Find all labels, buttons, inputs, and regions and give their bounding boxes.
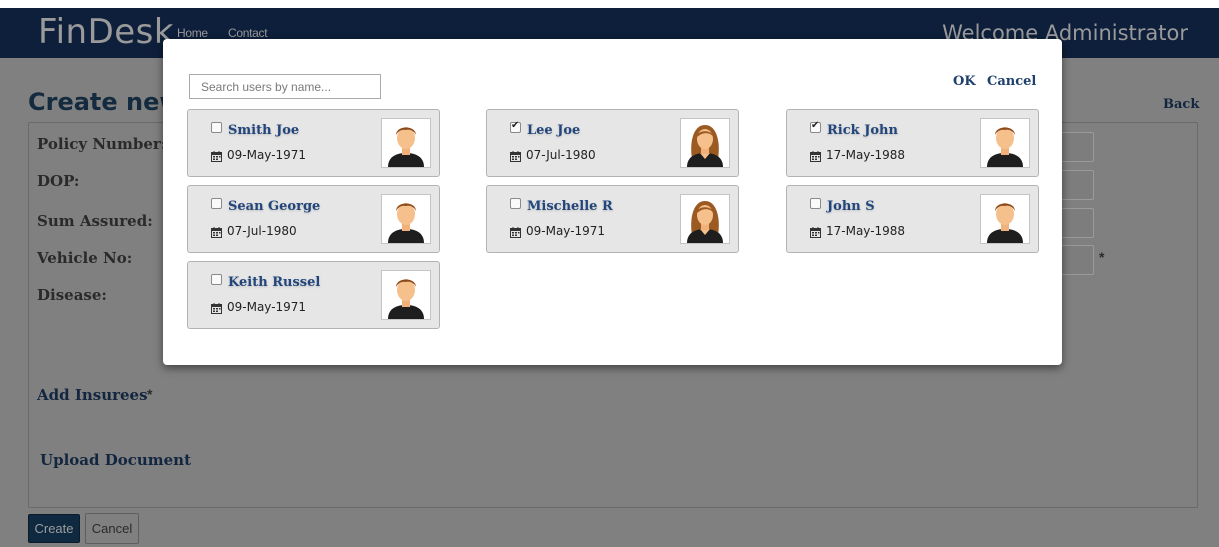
sum-assured-label: Sum Assured:: [37, 212, 153, 230]
male-avatar-icon: [381, 194, 431, 244]
female-avatar-icon: [680, 118, 730, 168]
user-name[interactable]: Rick John: [827, 123, 898, 138]
user-select-modal: OK Cancel Smith Joe 09-May-1971 Lee Joe 07-…: [163, 39, 1062, 365]
user-name[interactable]: Mischelle R: [527, 199, 613, 214]
user-checkbox[interactable]: [211, 274, 222, 285]
calendar-icon: [211, 301, 222, 314]
male-avatar-icon: [980, 194, 1030, 244]
user-dob: 09-May-1971: [227, 300, 307, 314]
calendar-icon: [510, 225, 521, 238]
nav-contact-link[interactable]: Contact: [228, 26, 268, 40]
user-card[interactable]: Rick John 17-May-1988: [786, 109, 1039, 177]
upload-document-link[interactable]: Upload Document: [40, 451, 191, 469]
user-card[interactable]: Keith Russel 09-May-1971: [187, 261, 440, 329]
vehicle-no-label: Vehicle No:: [37, 249, 133, 267]
dop-label: DOP:: [37, 172, 80, 190]
user-dob: 17-May-1988: [826, 224, 906, 238]
user-card[interactable]: Sean George 07-Jul-1980: [187, 185, 440, 253]
dop-input[interactable]: [1060, 170, 1094, 200]
calendar-icon: [510, 149, 521, 162]
calendar-icon: [211, 225, 222, 238]
user-card[interactable]: Smith Joe 09-May-1971: [187, 109, 440, 177]
user-dob: 07-Jul-1980: [526, 148, 596, 162]
male-avatar-icon: [980, 118, 1030, 168]
top-strip: [0, 0, 1219, 8]
user-name[interactable]: John S: [827, 199, 875, 214]
page-title: Create new: [28, 88, 182, 116]
user-dob: 09-May-1971: [227, 148, 307, 162]
sum-assured-input[interactable]: [1060, 208, 1094, 238]
female-avatar-icon: [680, 194, 730, 244]
calendar-icon: [211, 149, 222, 162]
user-name[interactable]: Keith Russel: [228, 275, 320, 290]
vehicle-required-mark: *: [1099, 249, 1105, 265]
add-insurees-link[interactable]: Add Insurees: [37, 386, 148, 404]
user-dob: 07-Jul-1980: [227, 224, 297, 238]
user-checkbox[interactable]: [510, 120, 521, 133]
insurees-required-mark: *: [147, 386, 153, 402]
user-name[interactable]: Sean George: [228, 199, 320, 214]
user-checkbox[interactable]: [211, 198, 222, 209]
ok-button[interactable]: OK: [953, 74, 976, 89]
brand-logo[interactable]: FinDesk: [38, 12, 174, 52]
policy-number-input[interactable]: [1060, 132, 1094, 162]
user-checkbox[interactable]: [810, 198, 821, 209]
search-input[interactable]: [189, 74, 381, 99]
disease-label: Disease:: [37, 286, 107, 304]
calendar-icon: [810, 149, 821, 162]
user-checkbox[interactable]: [510, 198, 521, 209]
male-avatar-icon: [381, 118, 431, 168]
user-checkbox[interactable]: [211, 122, 222, 133]
user-card[interactable]: John S 17-May-1988: [786, 185, 1039, 253]
calendar-icon: [810, 225, 821, 238]
user-name[interactable]: Smith Joe: [228, 123, 299, 138]
create-button[interactable]: Create: [28, 514, 80, 543]
user-dob: 09-May-1971: [526, 224, 606, 238]
modal-cancel-button[interactable]: Cancel: [987, 74, 1036, 89]
male-avatar-icon: [381, 270, 431, 320]
policy-number-label: Policy Number:: [37, 135, 167, 153]
user-name[interactable]: Lee Joe: [527, 123, 580, 138]
back-link[interactable]: Back: [1163, 97, 1199, 112]
cancel-button[interactable]: Cancel: [85, 513, 139, 544]
nav-home-link[interactable]: Home: [177, 26, 208, 40]
user-checkbox[interactable]: [810, 120, 821, 133]
user-dob: 17-May-1988: [826, 148, 906, 162]
user-card[interactable]: Lee Joe 07-Jul-1980: [486, 109, 739, 177]
user-card[interactable]: Mischelle R 09-May-1971: [486, 185, 739, 253]
vehicle-no-input[interactable]: [1060, 245, 1094, 275]
